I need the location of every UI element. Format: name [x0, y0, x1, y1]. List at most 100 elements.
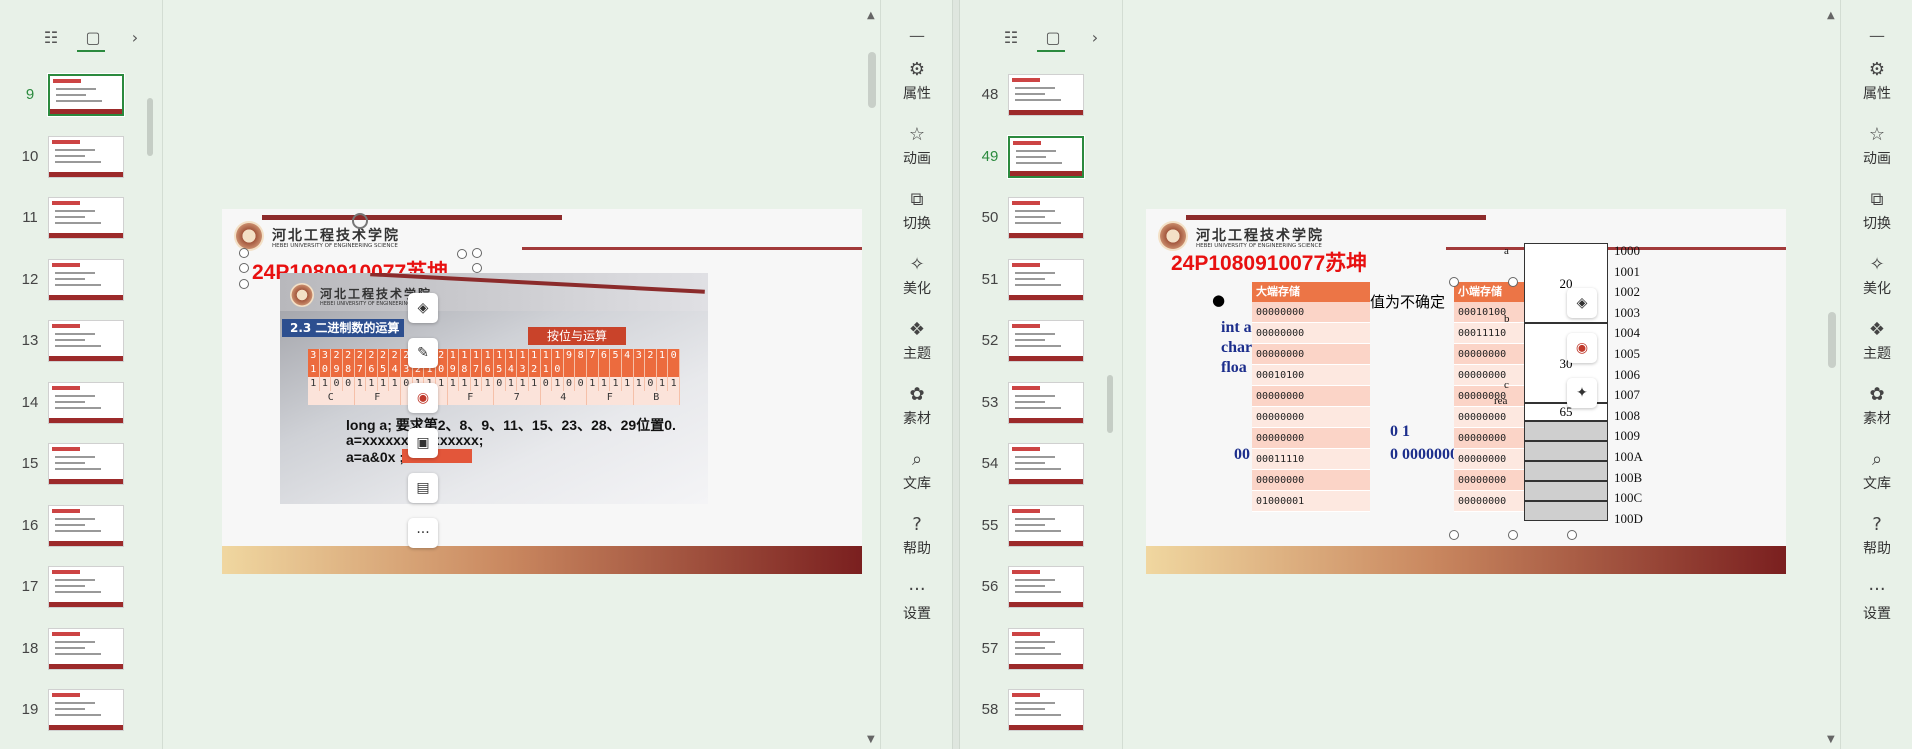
thumbnail-scrollbar[interactable] [1107, 375, 1113, 433]
slide-thumbnail-item[interactable]: 13 [0, 320, 140, 364]
slide-thumbnail[interactable] [48, 689, 124, 731]
slide-thumbnail[interactable] [48, 258, 124, 301]
canvas-vertical-scrollbar[interactable]: ▲ ▼ [865, 10, 879, 745]
layers-icon[interactable]: ◈ [1567, 288, 1597, 318]
panel-button-theme[interactable]: ❖ 主题 [881, 318, 953, 368]
pen-icon[interactable]: ✎ [408, 338, 438, 368]
slide-thumbnail[interactable] [48, 504, 124, 547]
slide-thumbnail[interactable] [47, 73, 125, 117]
panel-button-help[interactable]: ? 帮助 [881, 513, 953, 563]
slide-canvas[interactable]: 河北工程技术学院 HEBEI UNIVERSITY OF ENGINEERING… [222, 209, 862, 574]
outline-view-icon[interactable]: ☷ [1000, 26, 1022, 48]
comment-icon[interactable]: ▤ [408, 473, 438, 503]
panel-button-material[interactable]: ✿ 素材 [881, 383, 953, 433]
slide-thumbnail-item[interactable]: 49 [960, 134, 1100, 180]
scroll-down-icon[interactable]: ▼ [1827, 734, 1835, 745]
outline-view-icon[interactable]: ☷ [40, 26, 62, 48]
slide-thumbnail[interactable] [48, 627, 124, 670]
selection-handle[interactable] [1508, 277, 1518, 287]
collapse-handle[interactable] [457, 249, 467, 259]
slide-thumbnail[interactable] [48, 320, 124, 362]
selection-handle[interactable] [1567, 530, 1577, 540]
panel-button-transition[interactable]: ⧉ 切换 [881, 188, 953, 238]
slide-thumbnail[interactable] [48, 443, 124, 485]
slide-thumbnail-item[interactable]: 9 [0, 73, 140, 118]
panel-button-beautify[interactable]: ✧ 美化 [881, 253, 953, 303]
student-id-textbox[interactable]: 24P1080910077苏坤 [1171, 247, 1367, 277]
slide-photo[interactable]: 河北工程技术学院 HEBEI UNIVERSITY OF ENGINEERING… [280, 273, 708, 504]
panel-button-settings[interactable]: ··· 设置 [1841, 578, 1912, 628]
slide-thumbnail-item[interactable]: 10 [0, 135, 140, 180]
collapse-panel-icon[interactable]: — [1841, 26, 1912, 45]
slide-thumbnail-item[interactable]: 58 [960, 689, 1100, 733]
slide-thumbnail[interactable] [1008, 320, 1084, 362]
slide-thumbnail[interactable] [48, 381, 124, 424]
slide-thumbnail-item[interactable]: 51 [960, 258, 1100, 303]
canvas-vertical-scrollbar[interactable]: ▲ ▼ [1825, 10, 1839, 745]
panel-button-help[interactable]: ? 帮助 [1841, 513, 1912, 563]
slide-thumbnail-item[interactable]: 12 [0, 258, 140, 303]
slide-thumbnail-item[interactable]: 19 [0, 689, 140, 733]
selection-handle[interactable] [1449, 277, 1459, 287]
more-options-icon[interactable]: ··· [408, 518, 438, 548]
panel-button-properties[interactable]: ⚙ 属性 [1841, 58, 1912, 108]
slide-thumbnail-item[interactable]: 54 [960, 443, 1100, 487]
slide-thumbnail-item[interactable]: 50 [960, 197, 1100, 241]
slide-thumbnail-item[interactable]: 56 [960, 566, 1100, 610]
slide-thumbnail[interactable] [48, 135, 124, 178]
scrollbar-thumb[interactable] [1828, 312, 1836, 368]
selection-handle[interactable] [472, 263, 482, 273]
fill-icon[interactable]: ◉ [1567, 333, 1597, 363]
layers-icon[interactable]: ◈ [408, 293, 438, 323]
slide-thumbnail[interactable] [48, 197, 124, 239]
scroll-down-icon[interactable]: ▼ [867, 734, 875, 745]
slide-thumbnail[interactable] [1008, 689, 1084, 731]
panel-button-library[interactable]: ⌕ 文库 [1841, 448, 1912, 498]
slide-thumbnail-item[interactable]: 52 [960, 320, 1100, 364]
slide-thumbnail-item[interactable]: 14 [0, 381, 140, 426]
selection-handle[interactable] [1508, 530, 1518, 540]
panel-button-animation[interactable]: ☆ 动画 [881, 123, 953, 173]
slide-thumbnail[interactable] [48, 566, 124, 608]
slide-thumbnail-item[interactable]: 17 [0, 566, 140, 610]
thumbnail-scrollbar[interactable] [147, 98, 153, 156]
slide-thumbnail[interactable] [1008, 566, 1084, 608]
big-endian-table[interactable]: 大端存储 00000000 00000000 00000000 00010100 000… [1252, 282, 1370, 512]
slide-view-icon[interactable]: ▢ [82, 26, 104, 48]
panel-button-beautify[interactable]: ✧ 美化 [1841, 253, 1912, 303]
selection-handle[interactable] [239, 248, 249, 258]
slide-thumbnail-item[interactable]: 53 [960, 381, 1100, 426]
selection-handle[interactable] [239, 279, 249, 289]
expand-chevron-icon[interactable]: › [124, 26, 146, 48]
slide-thumbnail[interactable] [1008, 627, 1084, 670]
slide-thumbnail-item[interactable]: 16 [0, 504, 140, 549]
collapse-panel-icon[interactable]: — [881, 26, 953, 45]
slide-thumbnail-item[interactable]: 57 [960, 627, 1100, 672]
slide-thumbnail[interactable] [1008, 197, 1084, 239]
fill-icon[interactable]: ◉ [408, 383, 438, 413]
pane-splitter[interactable] [952, 0, 960, 749]
slide-thumbnail-item[interactable]: 55 [960, 504, 1100, 549]
scroll-up-icon[interactable]: ▲ [867, 10, 875, 21]
border-icon[interactable]: ▣ [408, 428, 438, 458]
slide-thumbnail[interactable] [1008, 443, 1084, 485]
rotate-handle[interactable] [352, 213, 368, 229]
slide-thumbnail-item[interactable]: 11 [0, 197, 140, 241]
panel-button-material[interactable]: ✿ 素材 [1841, 383, 1912, 433]
scrollbar-thumb[interactable] [868, 52, 876, 108]
panel-button-library[interactable]: ⌕ 文库 [881, 448, 953, 498]
expand-chevron-icon[interactable]: › [1084, 26, 1106, 48]
scroll-up-icon[interactable]: ▲ [1827, 10, 1835, 21]
beautify-tool-icon[interactable]: ✦ [1567, 378, 1597, 408]
selection-handle[interactable] [472, 248, 482, 258]
slide-thumbnail[interactable] [1007, 134, 1085, 179]
slide-thumbnail-item[interactable]: 48 [960, 74, 1100, 118]
panel-button-properties[interactable]: ⚙ 属性 [881, 58, 953, 108]
slide-thumbnail[interactable] [1008, 381, 1084, 424]
slide-canvas[interactable]: 河北工程技术学院 HEBEI UNIVERSITY OF ENGINEERING… [1146, 209, 1786, 574]
panel-button-theme[interactable]: ❖ 主题 [1841, 318, 1912, 368]
selection-handle[interactable] [239, 263, 249, 273]
slide-thumbnail[interactable] [1008, 258, 1084, 301]
slide-thumbnail[interactable] [1008, 504, 1084, 547]
panel-button-transition[interactable]: ⧉ 切换 [1841, 188, 1912, 238]
